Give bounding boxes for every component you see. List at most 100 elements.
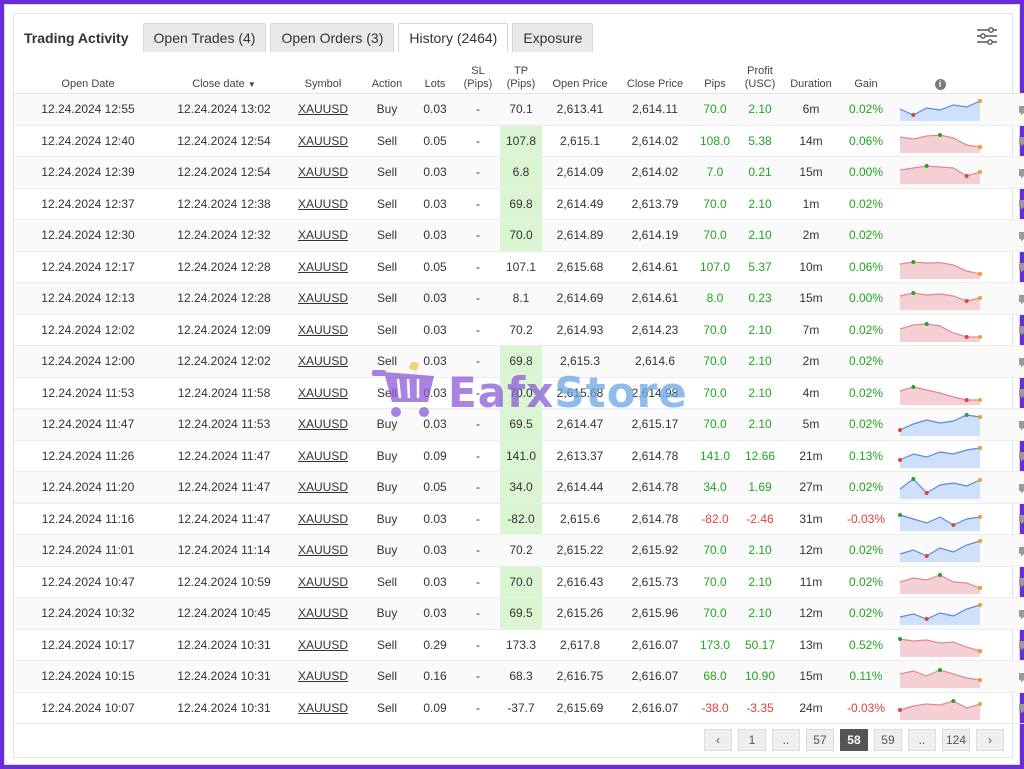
cell-symbol[interactable]: XAUUSD (286, 660, 360, 693)
comment-icon[interactable] (1018, 357, 1024, 368)
page-button-58[interactable]: 58 (839, 729, 868, 751)
tab-open-orders[interactable]: Open Orders (3) (270, 23, 395, 52)
table-row[interactable]: 12.24.2024 11:01 12.24.2024 11:14 XAUUSD Bu… (14, 534, 1024, 567)
col-close-date[interactable]: Close date ▼ (162, 58, 286, 94)
comment-icon[interactable] (1018, 199, 1024, 210)
cell-comment[interactable] (988, 219, 1024, 252)
cell-comment[interactable] (988, 408, 1024, 441)
comment-icon[interactable] (1018, 672, 1024, 683)
page-button-59[interactable]: 59 (873, 729, 902, 751)
table-row[interactable]: 12.24.2024 11:26 12.24.2024 11:47 XAUUSD Bu… (14, 440, 1024, 472)
col-lots[interactable]: Lots (414, 58, 456, 94)
cell-comment[interactable] (988, 188, 1024, 220)
page-button-124[interactable]: 124 (941, 729, 970, 751)
cell-symbol[interactable]: XAUUSD (286, 629, 360, 661)
cell-symbol[interactable]: XAUUSD (286, 282, 360, 315)
page-button-1[interactable]: 1 (737, 729, 766, 751)
comment-icon[interactable] (1018, 388, 1024, 399)
comment-icon[interactable] (1018, 294, 1024, 305)
col-action[interactable]: Action (360, 58, 414, 94)
table-row[interactable]: 12.24.2024 12:13 12.24.2024 12:28 XAUUSD Se… (14, 282, 1024, 315)
cell-symbol[interactable]: XAUUSD (286, 503, 360, 535)
table-row[interactable]: 12.24.2024 12:00 12.24.2024 12:02 XAUUSD Se… (14, 345, 1024, 378)
cell-comment[interactable] (988, 125, 1024, 157)
filter-settings-icon[interactable] (976, 26, 998, 46)
table-row[interactable]: 12.24.2024 12:02 12.24.2024 12:09 XAUUSD Se… (14, 314, 1024, 346)
comment-icon[interactable] (1018, 514, 1024, 525)
next-page-button[interactable]: › (976, 729, 1004, 751)
col-pips[interactable]: Pips (692, 58, 738, 94)
table-row[interactable]: 12.24.2024 12:37 12.24.2024 12:38 XAUUSD Se… (14, 188, 1024, 220)
cell-symbol[interactable]: XAUUSD (286, 597, 360, 630)
cell-symbol[interactable]: XAUUSD (286, 125, 360, 157)
table-row[interactable]: 12.24.2024 12:39 12.24.2024 12:54 XAUUSD Se… (14, 156, 1024, 189)
cell-comment[interactable] (988, 377, 1024, 409)
tab-exposure[interactable]: Exposure (512, 23, 594, 52)
table-row[interactable]: 12.24.2024 12:30 12.24.2024 12:32 XAUUSD Se… (14, 219, 1024, 252)
info-icon[interactable]: i (934, 79, 946, 90)
cell-comment[interactable] (988, 282, 1024, 315)
cell-comment[interactable] (988, 503, 1024, 535)
table-row[interactable]: 12.24.2024 11:20 12.24.2024 11:47 XAUUSD Bu… (14, 471, 1024, 504)
table-row[interactable]: 12.24.2024 11:47 12.24.2024 11:53 XAUUSD Bu… (14, 408, 1024, 441)
comment-icon[interactable] (1018, 451, 1024, 462)
comment-icon[interactable] (1018, 136, 1024, 147)
table-row[interactable]: 12.24.2024 12:55 12.24.2024 13:02 XAUUSD Bu… (14, 93, 1024, 126)
cell-symbol[interactable]: XAUUSD (286, 251, 360, 283)
comment-icon[interactable] (1018, 231, 1024, 242)
comment-icon[interactable] (1018, 703, 1024, 714)
col-open-date[interactable]: Open Date (14, 58, 162, 94)
cell-comment[interactable] (988, 314, 1024, 346)
cell-symbol[interactable]: XAUUSD (286, 156, 360, 189)
cell-comment[interactable] (988, 471, 1024, 504)
cell-comment[interactable] (988, 345, 1024, 378)
cell-symbol[interactable]: XAUUSD (286, 377, 360, 409)
cell-symbol[interactable]: XAUUSD (286, 93, 360, 126)
cell-comment[interactable] (988, 566, 1024, 598)
cell-comment[interactable] (988, 251, 1024, 283)
col-gain[interactable]: Gain (840, 58, 892, 94)
table-row[interactable]: 12.24.2024 12:17 12.24.2024 12:28 XAUUSD Se… (14, 251, 1024, 283)
cell-symbol[interactable]: XAUUSD (286, 345, 360, 378)
table-row[interactable]: 12.24.2024 10:47 12.24.2024 10:59 XAUUSD Se… (14, 566, 1024, 598)
tab-history[interactable]: History (2464) (398, 23, 509, 52)
comment-icon[interactable] (1018, 483, 1024, 494)
col-profit[interactable]: Profit (USC) (738, 58, 782, 94)
comment-icon[interactable] (1018, 168, 1024, 179)
cell-symbol[interactable]: XAUUSD (286, 314, 360, 346)
cell-symbol[interactable]: XAUUSD (286, 534, 360, 567)
col-sl[interactable]: SL (Pips) (456, 58, 500, 94)
table-row[interactable]: 12.24.2024 10:17 12.24.2024 10:31 XAUUSD Se… (14, 629, 1024, 661)
cell-comment[interactable] (988, 597, 1024, 630)
comment-icon[interactable] (1018, 325, 1024, 336)
tab-open-trades[interactable]: Open Trades (4) (142, 23, 267, 52)
cell-symbol[interactable]: XAUUSD (286, 219, 360, 252)
comment-icon[interactable] (1018, 640, 1024, 651)
cell-comment[interactable] (988, 534, 1024, 567)
comment-icon[interactable] (1018, 262, 1024, 273)
cell-symbol[interactable]: XAUUSD (286, 471, 360, 504)
comment-icon[interactable] (1018, 420, 1024, 431)
cell-comment[interactable] (988, 660, 1024, 693)
table-row[interactable]: 12.24.2024 12:40 12.24.2024 12:54 XAUUSD Se… (14, 125, 1024, 157)
cell-comment[interactable] (988, 93, 1024, 126)
comment-icon[interactable] (1018, 577, 1024, 588)
table-row[interactable]: 12.24.2024 10:32 12.24.2024 10:45 XAUUSD Bu… (14, 597, 1024, 630)
cell-comment[interactable] (988, 692, 1024, 724)
col-tp[interactable]: TP (Pips) (500, 58, 542, 94)
col-symbol[interactable]: Symbol (286, 58, 360, 94)
prev-page-button[interactable]: ‹ (703, 729, 732, 751)
page-button-57[interactable]: 57 (805, 729, 834, 751)
cell-comment[interactable] (988, 629, 1024, 661)
col-duration[interactable]: Duration (782, 58, 840, 94)
cell-symbol[interactable]: XAUUSD (286, 692, 360, 724)
cell-symbol[interactable]: XAUUSD (286, 566, 360, 598)
comment-icon[interactable] (1018, 609, 1024, 620)
cell-symbol[interactable]: XAUUSD (286, 440, 360, 472)
col-info[interactable]: i (892, 58, 988, 94)
cell-symbol[interactable]: XAUUSD (286, 408, 360, 441)
table-row[interactable]: 12.24.2024 11:53 12.24.2024 11:58 XAUUSD Se… (14, 377, 1024, 409)
col-close-price[interactable]: Close Price (618, 58, 692, 94)
cell-symbol[interactable]: XAUUSD (286, 188, 360, 220)
comment-icon[interactable] (1018, 105, 1024, 116)
